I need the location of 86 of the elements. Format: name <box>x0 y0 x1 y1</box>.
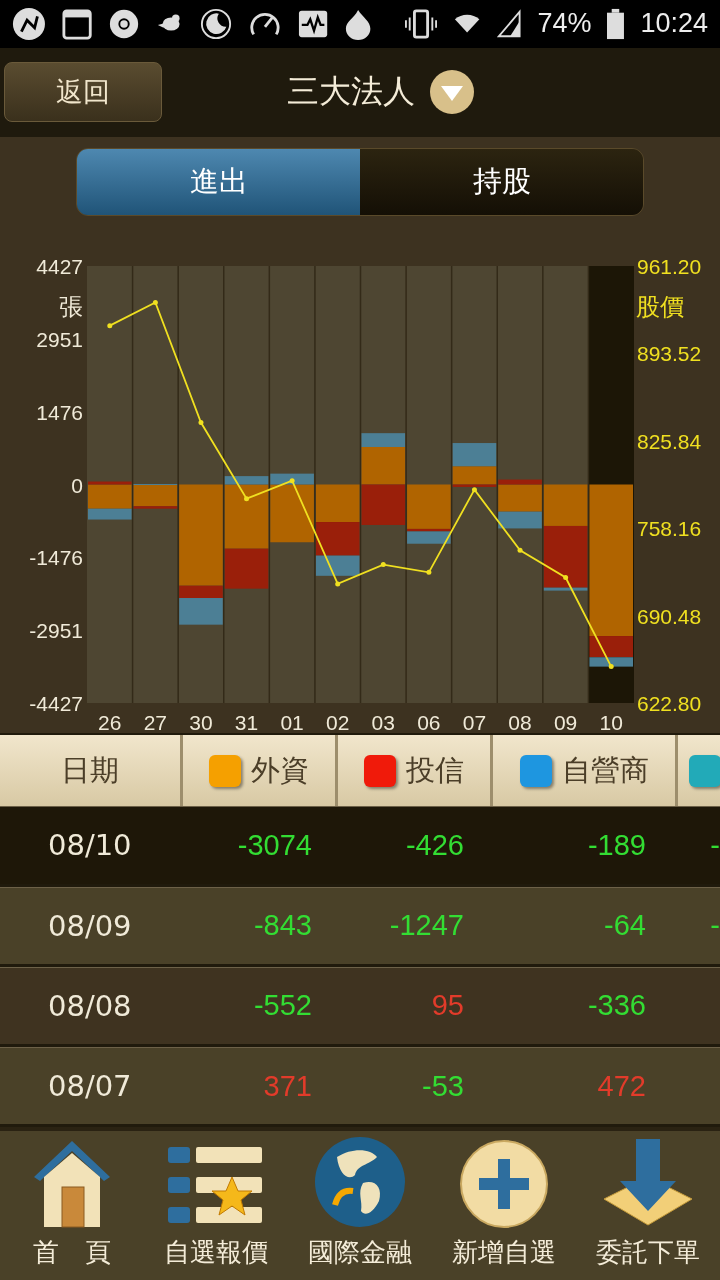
value-cell-text: - <box>709 909 720 943</box>
value-cell-text: -336 <box>586 989 647 1023</box>
value-cell-text: 472 <box>596 1069 647 1103</box>
price-tick-label: 893.52 <box>637 342 702 366</box>
column-header-label: 外資 <box>251 751 309 789</box>
tab[interactable]: 進出 <box>77 149 360 216</box>
value-cell-text: -426 <box>404 828 465 862</box>
price-tick-label: 825.84 <box>637 429 702 453</box>
date-tick-label: 02 <box>326 710 350 733</box>
value-cell-text: 95 <box>430 989 465 1023</box>
nav-item[interactable]: 委託下單 <box>576 1131 720 1280</box>
price-point <box>426 569 432 575</box>
value-cell-text: -1247 <box>388 909 465 943</box>
nav-item[interactable]: 新增自選 <box>432 1131 576 1280</box>
table-row[interactable]: 08/07 371 -53 472 <box>0 1047 720 1128</box>
clock-time: 10:24 <box>640 8 708 40</box>
price-point <box>471 487 477 493</box>
price-point <box>335 581 341 587</box>
price-tick-label: 758.16 <box>637 517 702 541</box>
value-cell-text: -189 <box>586 828 647 862</box>
axis-tick-label: 0 <box>71 473 83 497</box>
table-row[interactable]: 08/09 -843 -1247 -64 - <box>0 886 720 967</box>
price-point <box>244 496 250 502</box>
date-tick-label: 30 <box>189 710 213 733</box>
date-tick-label: 26 <box>98 710 122 733</box>
table-row[interactable]: 08/10 -3074 -426 -189 - <box>0 806 720 887</box>
price-tick-label: 690.48 <box>637 604 702 628</box>
price-point <box>563 574 569 580</box>
date-cell-text: 08/07 <box>47 1069 133 1104</box>
globe-icon <box>313 1135 407 1230</box>
value-cell-text: -3074 <box>236 828 313 862</box>
price-point <box>152 299 158 305</box>
axis-tick-label: -2951 <box>29 619 83 643</box>
date-tick-label: 31 <box>234 710 259 733</box>
battery-icon <box>607 7 625 40</box>
signal-icon <box>496 8 522 39</box>
date-cell-text: 08/09 <box>47 908 133 943</box>
vibrate-icon <box>404 7 437 40</box>
nav-item[interactable]: 自選報價 <box>144 1131 288 1280</box>
price-point <box>107 323 113 329</box>
page-title: 三大法人 <box>287 71 415 113</box>
price-point <box>380 561 386 567</box>
date-cell-text: 08/10 <box>47 828 133 863</box>
value-cell-text: -843 <box>252 909 313 943</box>
table-row[interactable]: 08/08 -552 95 -336 <box>0 966 720 1048</box>
battery-percent: 74% <box>537 8 592 40</box>
date-tick-label: 27 <box>143 710 168 733</box>
price-tick-label: 622.80 <box>637 691 702 715</box>
date-tick-label: 07 <box>462 710 487 733</box>
price-tick-label: 961.20 <box>637 254 702 278</box>
date-tick-label: 03 <box>371 710 395 733</box>
nav-item[interactable]: 國際金融 <box>288 1131 432 1280</box>
price-point <box>517 547 523 553</box>
app-icon <box>12 5 46 42</box>
axis-tick-label: 1476 <box>36 400 83 424</box>
axis-tick-label: -4427 <box>29 691 83 715</box>
value-cell-text: -64 <box>603 909 647 943</box>
value-cell-text: -552 <box>252 989 313 1023</box>
price-point <box>198 419 204 425</box>
bar-segment <box>361 484 406 525</box>
column-header-label: 自營商 <box>561 751 649 789</box>
dropdown-icon[interactable] <box>429 69 475 116</box>
tab[interactable]: 持股 <box>360 149 643 216</box>
value-cell-text: - <box>709 828 720 862</box>
value-cell-text: 371 <box>262 1069 313 1103</box>
activity-icon <box>298 8 329 39</box>
price-point <box>289 478 295 483</box>
back-button[interactable]: 返回 <box>4 62 162 123</box>
price-point <box>608 663 614 669</box>
value-cell-text: -53 <box>421 1069 465 1103</box>
date-tick-label: 10 <box>599 710 623 733</box>
moon-icon <box>200 6 233 41</box>
axis-tick-label: 2951 <box>36 327 83 351</box>
axis-tick-label: -1476 <box>29 546 83 570</box>
column-header-label: 投信 <box>406 751 464 789</box>
date-tick-label: 01 <box>280 710 304 733</box>
price-axis-label: 股價 <box>636 292 684 321</box>
date-tick-label: 06 <box>417 710 441 733</box>
date-cell-text: 08/08 <box>47 988 133 1023</box>
column-header-label: 日期 <box>61 751 119 789</box>
date-tick-label: 08 <box>508 710 532 733</box>
date-tick-label: 09 <box>553 710 578 733</box>
axis-tick-label: 4427 <box>36 254 83 278</box>
nav-item[interactable]: 首 頁 <box>0 1131 144 1280</box>
plus-icon <box>459 1139 549 1230</box>
unit-label: 張 <box>59 292 83 321</box>
